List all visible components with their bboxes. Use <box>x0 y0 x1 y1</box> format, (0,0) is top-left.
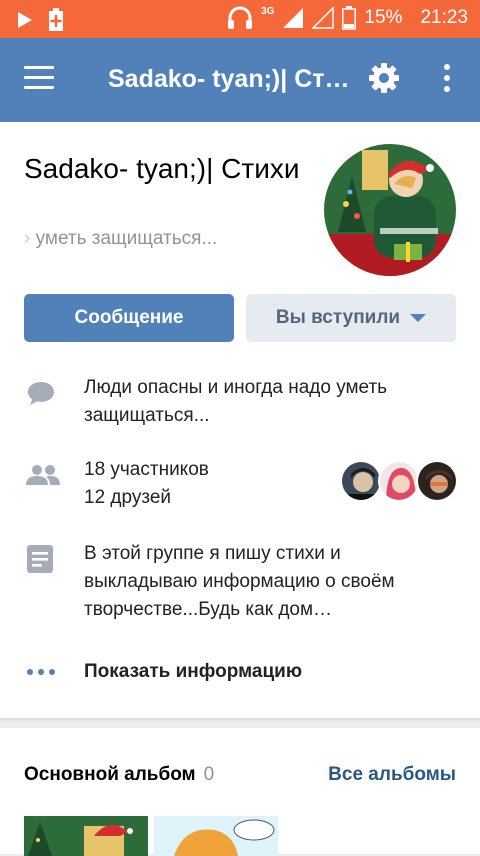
joined-label: Вы вступили <box>275 307 401 328</box>
message-button[interactable]: Сообщение <box>24 294 234 342</box>
document-icon <box>27 545 53 573</box>
friends-count: 12 друзей <box>84 487 172 508</box>
avatar <box>340 460 382 502</box>
people-icon <box>26 465 60 485</box>
members-count: 18 участников <box>84 459 209 480</box>
joined-button[interactable]: Вы вступили <box>246 294 456 342</box>
more-vertical-icon[interactable] <box>437 62 457 94</box>
gear-icon[interactable] <box>368 62 400 94</box>
members-text: 18 участников 12 друзей <box>84 456 324 512</box>
group-status-text: уметь защищаться... <box>35 228 218 249</box>
avatar <box>378 460 420 502</box>
more-horizontal-icon <box>27 669 55 675</box>
battery-charge-icon <box>49 8 63 31</box>
status-bar: 3G 15% 21:23 <box>0 0 480 38</box>
avatar <box>416 460 458 502</box>
description-text: Люди опасны и иногда надо уметь защищать… <box>84 377 388 426</box>
all-albums-link[interactable]: Все альбомы <box>328 764 456 786</box>
battery-percent: 15% <box>364 7 403 28</box>
albums-section: Основной альбом 0 Все альбомы <box>0 728 480 856</box>
menu-icon[interactable] <box>24 66 54 90</box>
chevron-down-icon <box>410 314 427 322</box>
card-divider <box>0 718 480 722</box>
group-avatar[interactable] <box>324 144 456 276</box>
headphones-icon <box>228 6 253 29</box>
member-avatars[interactable] <box>340 460 460 508</box>
app-bar: Sadako- tyan;)| Стихи <box>0 38 480 122</box>
signal-icon <box>283 8 304 28</box>
page-title: Sadako- tyan;)| Стихи <box>108 65 353 93</box>
albums-title-text: Основной альбом <box>24 764 196 785</box>
group-status: › уметь защищаться... <box>24 228 218 249</box>
battery-icon <box>342 6 357 30</box>
albums-title: Основной альбом 0 <box>24 764 214 786</box>
album-photo-thumb[interactable] <box>24 816 148 856</box>
network-type: 3G <box>261 6 275 17</box>
comment-icon <box>28 382 54 405</box>
about-text: В этой группе я пишу стихи и выкладываю … <box>84 543 395 620</box>
album-photo-thumb[interactable] <box>154 816 278 856</box>
show-info-link[interactable]: Показать информацию <box>84 658 302 686</box>
play-icon <box>18 12 32 28</box>
signal-empty-icon <box>312 7 335 29</box>
clock: 21:23 <box>420 7 468 28</box>
group-info-card: Sadako- tyan;)| Стихи › уметь защищаться… <box>0 122 480 718</box>
albums-count: 0 <box>203 764 215 785</box>
group-name: Sadako- tyan;)| Стихи <box>24 153 300 184</box>
